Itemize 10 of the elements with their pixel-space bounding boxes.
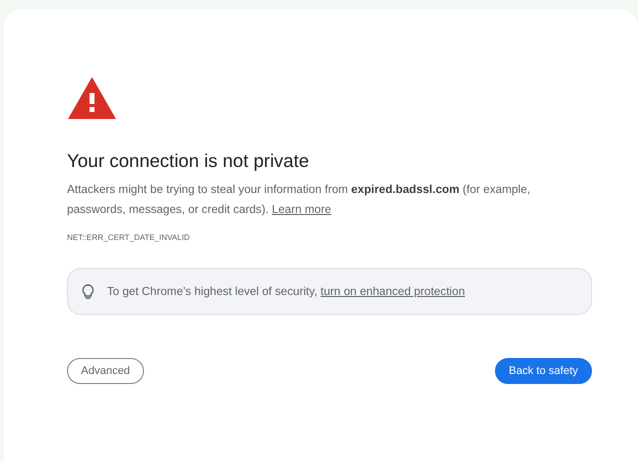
advanced-button[interactable]: Advanced: [67, 358, 144, 384]
page-heading: Your connection is not private: [67, 150, 310, 172]
tip-text: To get Chrome’s highest level of security, turn on enhanced protection: [107, 284, 465, 300]
warning-icon: [67, 76, 117, 120]
error-code: NET::ERR_CERT_DATE_INVALID: [67, 233, 191, 242]
learn-more-link[interactable]: Learn more: [272, 203, 332, 216]
lightbulb-icon: [82, 284, 94, 300]
explanation-text: Attackers might be trying to steal your information from expired.badssl.com (for example, passwords, messages, or credit cards). Learn more: [67, 182, 532, 218]
enhanced-protection-link[interactable]: turn on enhanced protection: [320, 284, 465, 298]
back-to-safety-button[interactable]: Back to safety: [494, 358, 592, 384]
